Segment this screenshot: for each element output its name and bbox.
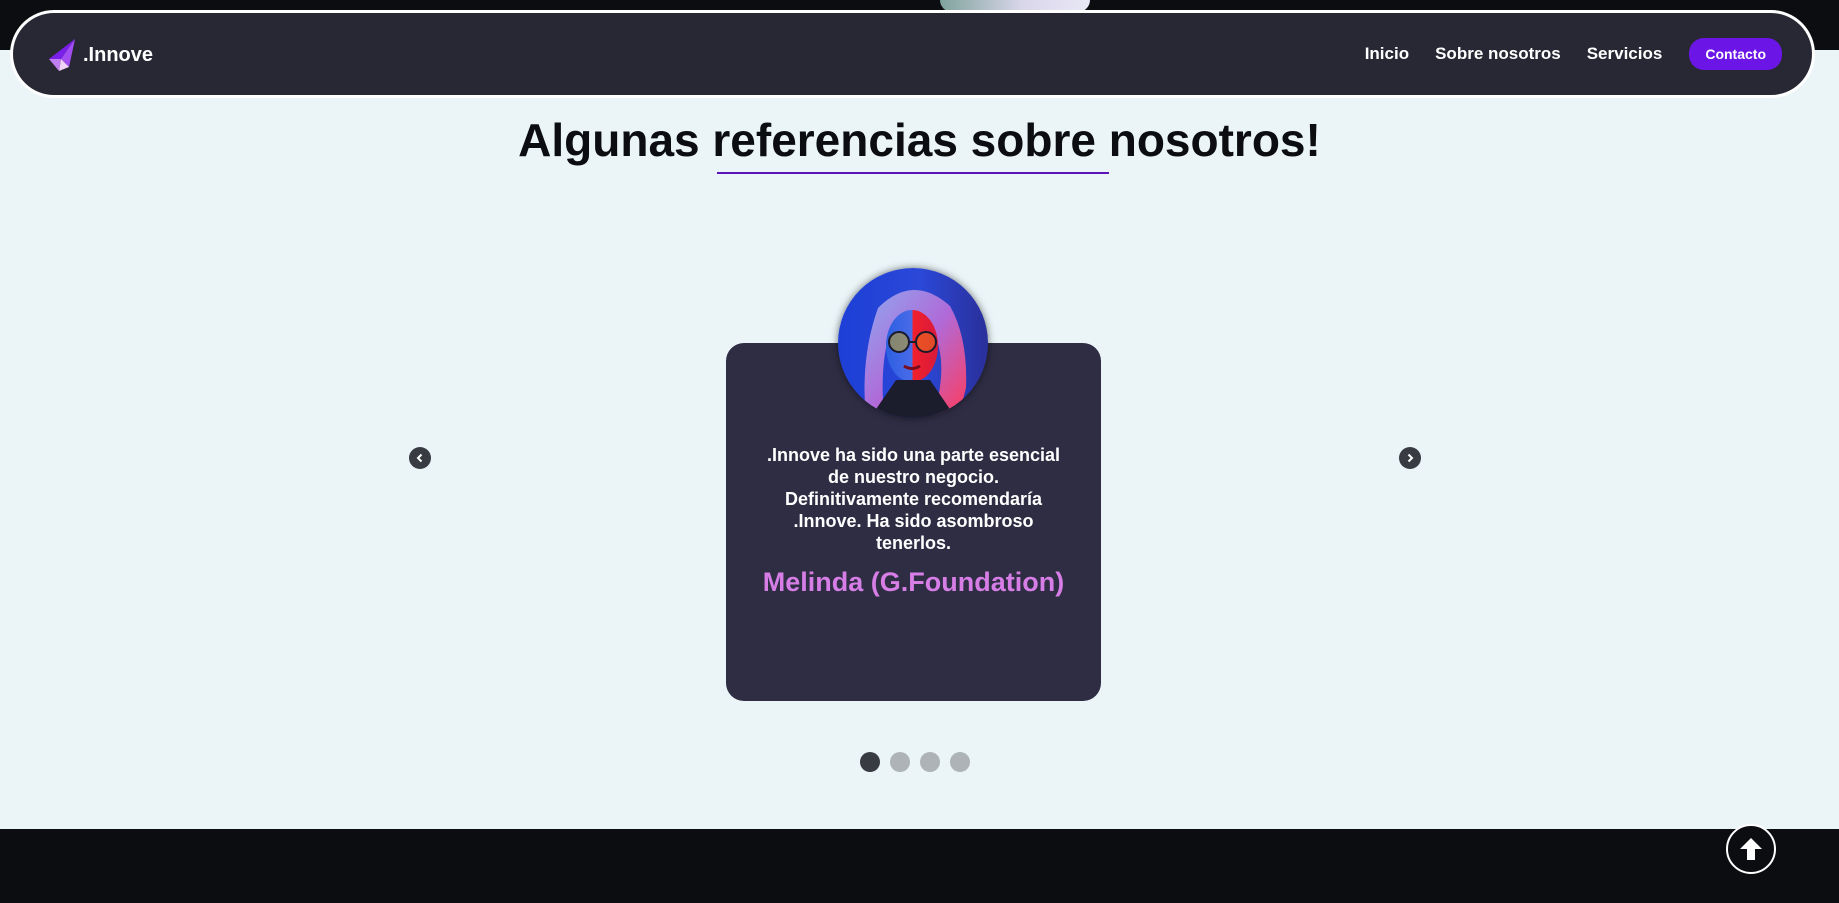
carousel-dot[interactable] [950, 752, 970, 772]
chevron-left-icon [416, 453, 423, 463]
title-underline [717, 172, 1109, 174]
scroll-to-top-button[interactable] [1726, 824, 1776, 874]
carousel-next-button[interactable] [1399, 447, 1421, 469]
arrow-up-icon [1740, 838, 1762, 860]
testimonial-avatar [838, 268, 988, 418]
paper-plane-logo-icon [47, 37, 77, 73]
contact-button[interactable]: Contacto [1689, 38, 1782, 70]
footer [0, 829, 1839, 903]
brand[interactable]: .Innove [47, 37, 153, 73]
carousel-indicators [860, 752, 980, 772]
nav-links: Inicio Sobre nosotros Servicios Contacto [1339, 38, 1782, 70]
nav-link-sobre-nosotros[interactable]: Sobre nosotros [1435, 44, 1561, 64]
carousel-dot[interactable] [860, 752, 880, 772]
testimonial-author: Melinda (G.Foundation) [762, 567, 1065, 597]
section-title: Algunas referencias sobre nosotros! [518, 114, 1321, 166]
carousel-prev-button[interactable] [409, 447, 431, 469]
brand-name: .Innove [83, 43, 154, 66]
testimonial-quote: .Innove ha sido una parte esencial de nu… [766, 445, 1061, 553]
navbar: .Innove Inicio Sobre nosotros Servicios … [10, 10, 1815, 98]
nav-link-inicio[interactable]: Inicio [1365, 44, 1409, 64]
carousel-dot[interactable] [920, 752, 940, 772]
carousel-dot[interactable] [890, 752, 910, 772]
nav-link-servicios[interactable]: Servicios [1587, 44, 1663, 64]
chevron-right-icon [1407, 453, 1414, 463]
